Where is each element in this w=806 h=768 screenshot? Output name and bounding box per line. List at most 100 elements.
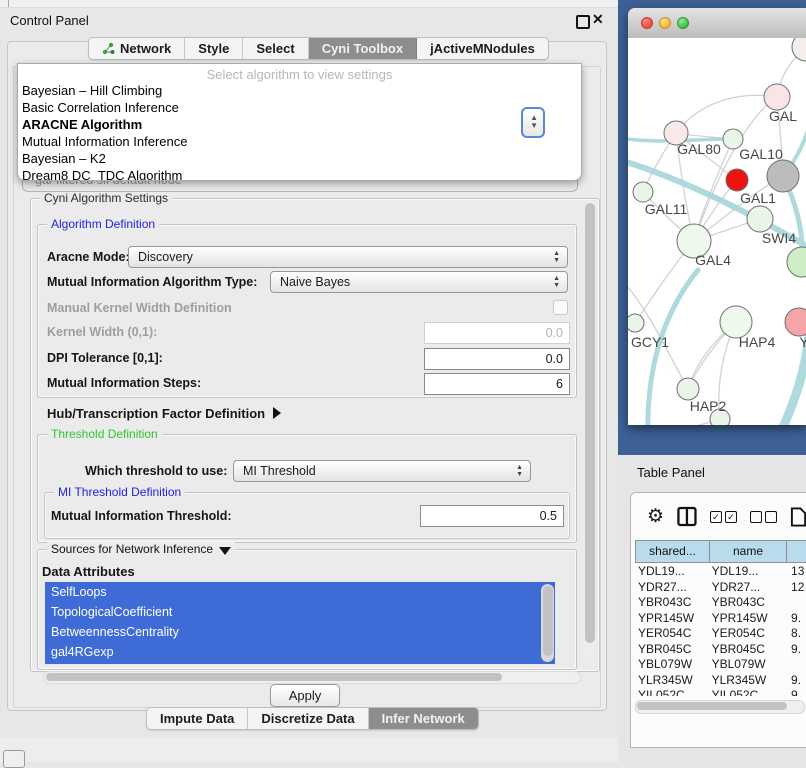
- sources-title-text: Sources for Network Inference: [51, 542, 213, 556]
- network-graph[interactable]: GALGAL80GAL10GAL1GAL11SWI4GAL4GCY1HAP4YH…: [628, 38, 806, 425]
- apply-button[interactable]: Apply: [270, 684, 340, 707]
- hub-definition-toggle[interactable]: Hub/Transcription Factor Definition: [47, 406, 281, 421]
- node-label: HAP2: [690, 398, 727, 414]
- attribute-item[interactable]: SelfLoops: [45, 582, 555, 602]
- column-header[interactable]: name: [710, 540, 787, 563]
- network-window-titlebar[interactable]: [628, 8, 806, 39]
- table-row[interactable]: YER054CYER054C8.: [635, 626, 806, 642]
- kernel-width-label: Kernel Width (0,1):: [47, 325, 157, 339]
- table-cell: YDL19...: [635, 564, 709, 580]
- columns-icon[interactable]: [677, 506, 697, 527]
- gear-icon[interactable]: ⚙: [647, 507, 664, 526]
- combo-arrows-icon: ▲▼: [553, 250, 560, 264]
- network-node[interactable]: [767, 160, 799, 192]
- manual-kernel-label: Manual Kernel Width Definition: [47, 301, 232, 315]
- network-node[interactable]: [677, 378, 699, 400]
- table-header-row: shared...nameA: [635, 540, 806, 563]
- table-panel: Table Panel ⚙ ✓✓ shared...nameA YDL19...…: [618, 455, 806, 762]
- table-row[interactable]: YPR145WYPR145W9.: [635, 611, 806, 627]
- network-node[interactable]: [747, 206, 773, 232]
- dpi-tolerance-field[interactable]: 0.0: [424, 348, 570, 370]
- algorithm-option[interactable]: Bayesian – Hill Climbing: [18, 82, 581, 99]
- mi-steps-field[interactable]: 6: [424, 373, 570, 395]
- tab-select[interactable]: Select: [243, 38, 308, 59]
- algorithm-option[interactable]: Basic Correlation Inference: [18, 99, 581, 116]
- network-node[interactable]: [764, 84, 790, 110]
- which-threshold-label: Which threshold to use:: [85, 464, 227, 478]
- collapsed-arrow-icon: [273, 407, 281, 419]
- tab-label: Select: [256, 41, 294, 56]
- which-threshold-combo[interactable]: MI Threshold ▲▼: [233, 460, 531, 482]
- minimized-panel-icon[interactable]: [3, 750, 25, 768]
- close-icon[interactable]: ✕: [592, 11, 604, 28]
- tab-jactivemnodules[interactable]: jActiveMNodules: [417, 38, 548, 59]
- network-window[interactable]: GALGAL80GAL10GAL1GAL11SWI4GAL4GCY1HAP4YH…: [628, 8, 806, 425]
- new-table-icon[interactable]: [790, 506, 806, 528]
- select-all-checks-icon[interactable]: ✓✓: [710, 511, 737, 523]
- algorithm-option[interactable]: Bayesian – K2: [18, 150, 581, 167]
- zoom-traffic-light-icon[interactable]: [677, 17, 689, 29]
- attributes-scrollbar-thumb[interactable]: [543, 586, 553, 656]
- kernel-width-field[interactable]: 0.0: [424, 322, 570, 344]
- attribute-item[interactable]: BetweennessCentrality: [45, 622, 555, 642]
- aracne-mode-combo[interactable]: Discovery ▲▼: [128, 246, 568, 268]
- table-cell: 9.: [784, 611, 806, 627]
- table-row[interactable]: YBR045CYBR045C9.: [635, 642, 806, 658]
- table-cell: YLR345W: [635, 673, 709, 689]
- settings-hscrollbar[interactable]: [43, 671, 581, 684]
- minimize-traffic-light-icon[interactable]: [659, 17, 671, 29]
- network-node[interactable]: [787, 247, 806, 277]
- column-header[interactable]: A: [787, 540, 806, 563]
- manual-kernel-checkbox[interactable]: [553, 300, 568, 315]
- tab-cyni-toolbox[interactable]: Cyni Toolbox: [309, 38, 417, 59]
- mi-threshold-field[interactable]: 0.5: [420, 505, 564, 527]
- table-cell: YBR043C: [635, 595, 709, 611]
- settings-hscrollbar-thumb[interactable]: [46, 673, 502, 681]
- mi-threshold-group-title: MI Threshold Definition: [54, 485, 185, 499]
- network-node[interactable]: [726, 169, 748, 191]
- node-label: GAL1: [740, 190, 776, 206]
- bottom-tab-impute-data[interactable]: Impute Data: [147, 708, 248, 729]
- data-attributes-list[interactable]: SelfLoopsTopologicalCoefficientBetweenne…: [45, 582, 555, 664]
- tab-style[interactable]: Style: [185, 38, 243, 59]
- node-label: SWI4: [762, 230, 796, 246]
- table-row[interactable]: YBL079WYBL079W: [635, 657, 806, 673]
- column-header[interactable]: shared...: [635, 540, 710, 563]
- combo-arrows-icon: ▲▼: [553, 275, 560, 289]
- sources-group-title[interactable]: Sources for Network Inference: [47, 542, 235, 556]
- table-row[interactable]: YLR345WYLR345W9.: [635, 673, 806, 689]
- settings-scrollbar-thumb[interactable]: [585, 203, 595, 643]
- attribute-item[interactable]: gal4RGexp: [45, 642, 555, 662]
- table-cell: YBR045C: [709, 642, 784, 658]
- network-node[interactable]: [792, 38, 806, 61]
- bottom-tab-infer-network[interactable]: Infer Network: [369, 708, 478, 729]
- attribute-item[interactable]: TopologicalCoefficient: [45, 602, 555, 622]
- aracne-mode-label: Aracne Mode:: [47, 250, 130, 264]
- table-row[interactable]: YBR043CYBR043C: [635, 595, 806, 611]
- table-cell: [784, 595, 806, 611]
- float-icon[interactable]: [576, 15, 590, 29]
- combo-stepper-button[interactable]: ▲▼: [521, 107, 545, 138]
- table-cell: 9.: [784, 673, 806, 689]
- algorithm-option[interactable]: Dream8 DC_TDC Algorithm: [18, 167, 581, 181]
- attributes-scrollbar[interactable]: [541, 584, 554, 662]
- expanded-arrow-icon: [219, 547, 231, 555]
- algorithm-option[interactable]: Mutual Information Inference: [18, 133, 581, 150]
- table-row[interactable]: YDR27...YDR27...12: [635, 580, 806, 596]
- close-traffic-light-icon[interactable]: [641, 17, 653, 29]
- table-cell: 12: [784, 580, 806, 596]
- table-hscrollbar-thumb[interactable]: [637, 702, 787, 710]
- aracne-mode-value: Discovery: [138, 250, 193, 264]
- network-node[interactable]: [785, 308, 806, 336]
- table-hscrollbar[interactable]: [635, 700, 805, 714]
- table-row[interactable]: YIL052CYIL052C9: [635, 688, 806, 696]
- bottom-tab-discretize-data[interactable]: Discretize Data: [248, 708, 368, 729]
- settings-scrollbar[interactable]: [583, 201, 596, 666]
- tab-network[interactable]: Network: [89, 38, 185, 59]
- network-node[interactable]: [628, 314, 644, 332]
- deselect-all-checks-icon[interactable]: [750, 511, 777, 523]
- network-node[interactable]: [633, 182, 653, 202]
- algorithm-option[interactable]: ARACNE Algorithm: [18, 116, 581, 133]
- table-row[interactable]: YDL19...YDL19...13: [635, 564, 806, 580]
- mi-type-combo[interactable]: Naive Bayes ▲▼: [270, 271, 568, 293]
